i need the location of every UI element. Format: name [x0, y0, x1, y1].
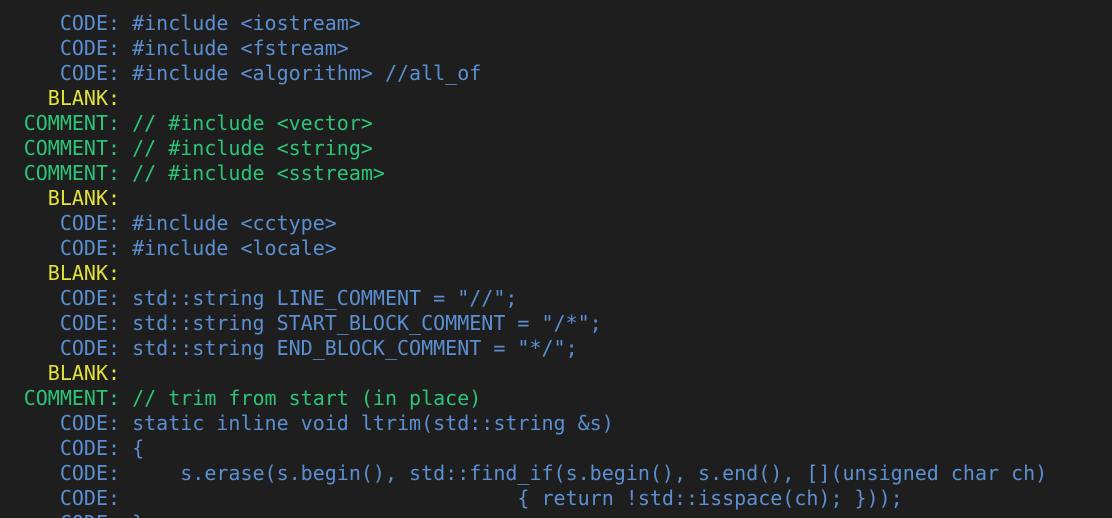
line-type-label: CODE [59, 436, 108, 460]
output-line-comment: COMMENT: // #include <string> [0, 136, 1047, 161]
output-line-code: CODE: { [0, 436, 1047, 461]
line-type-label: BLANK [47, 361, 108, 385]
line-type-label: CODE [59, 236, 108, 260]
line-source-text: // #include <vector> [132, 111, 373, 135]
output-line-code: CODE: static inline void ltrim(std::stri… [0, 411, 1047, 436]
output-line-code: CODE: #include <locale> [0, 236, 1047, 261]
line-source-text: // #include <sstream> [132, 161, 385, 185]
line-type-label: CODE [59, 36, 108, 60]
label-separator: : [108, 61, 133, 85]
label-separator: : [108, 186, 133, 210]
output-line-comment: COMMENT: // #include <sstream> [0, 161, 1047, 186]
line-type-label: CODE [59, 336, 108, 360]
line-type-label: BLANK [47, 186, 108, 210]
line-source-text: std::string LINE_COMMENT = "//"; [132, 286, 518, 310]
label-separator: : [108, 386, 133, 410]
line-type-label: COMMENT [23, 386, 108, 410]
line-source-text: std::string START_BLOCK_COMMENT = "/*"; [132, 311, 602, 335]
line-source-text: // #include <string> [132, 136, 373, 160]
line-type-label: CODE [59, 461, 108, 485]
output-line-blank: BLANK: [0, 186, 1047, 211]
line-source-text: static inline void ltrim(std::string &s) [132, 411, 614, 435]
line-type-label: CODE [59, 486, 108, 510]
output-line-code: CODE: std::string LINE_COMMENT = "//"; [0, 286, 1047, 311]
label-separator: : [108, 111, 133, 135]
line-source-text: #include <algorithm> //all_of [132, 61, 482, 85]
output-line-code: CODE: #include <algorithm> //all_of [0, 61, 1047, 86]
label-separator: : [108, 211, 133, 235]
output-line-code: CODE: #include <fstream> [0, 36, 1047, 61]
output-line-blank: BLANK: [0, 261, 1047, 286]
line-source-text: #include <cctype> [132, 211, 337, 235]
line-source-text: } [132, 511, 144, 518]
label-separator: : [108, 511, 132, 518]
line-list: CODE: #include <iostream> CODE: #include … [0, 11, 1048, 518]
label-separator: : [108, 436, 133, 460]
line-type-label: CODE [0, 511, 108, 518]
label-separator: : [108, 411, 133, 435]
line-type-label: CODE [59, 61, 108, 85]
line-source-text: #include <locale> [132, 236, 337, 260]
line-source-text: // trim from start (in place) [132, 386, 482, 410]
terminal-output[interactable]: CODE: #include <iostream> CODE: #include … [0, 0, 1112, 518]
line-type-label: COMMENT [23, 161, 108, 185]
label-separator: : [108, 486, 133, 510]
output-line-comment: COMMENT: // #include <vector> [0, 111, 1047, 136]
output-line-code: CODE: #include <cctype> [0, 211, 1047, 236]
label-separator: : [108, 336, 133, 360]
line-type-label: CODE [59, 411, 108, 435]
line-type-label: COMMENT [23, 136, 108, 160]
line-type-label: BLANK [47, 86, 108, 110]
output-line-code: CODE: std::string START_BLOCK_COMMENT = … [0, 311, 1047, 336]
line-type-label: CODE [59, 286, 108, 310]
line-source-text: #include <fstream> [132, 36, 349, 60]
line-source-text: std::string END_BLOCK_COMMENT = "*/"; [132, 336, 578, 360]
output-line-comment: COMMENT: // trim from start (in place) [0, 386, 1047, 411]
label-separator: : [108, 461, 133, 485]
label-separator: : [108, 286, 133, 310]
line-source-text: #include <iostream> [132, 11, 361, 35]
output-line-code: CODE: #include <iostream> [0, 11, 1047, 36]
label-separator: : [108, 236, 133, 260]
line-source-text: { return !std::isspace(ch); })); [132, 486, 903, 510]
label-separator: : [108, 161, 133, 185]
line-type-label: BLANK [47, 261, 108, 285]
line-source-text: s.erase(s.begin(), std::find_if(s.begin(… [132, 461, 1048, 485]
line-type-label: CODE [59, 11, 108, 35]
line-source-text: { [132, 436, 145, 460]
output-line-blank: BLANK: [0, 86, 1047, 111]
line-type-label: COMMENT [23, 111, 108, 135]
label-separator: : [108, 361, 133, 385]
label-separator: : [108, 311, 133, 335]
label-separator: : [108, 86, 133, 110]
output-line-code: CODE: s.erase(s.begin(), std::find_if(s.… [0, 461, 1047, 486]
output-line-code: CODE: std::string END_BLOCK_COMMENT = "*… [0, 336, 1047, 361]
label-separator: : [108, 136, 133, 160]
label-separator: : [108, 261, 133, 285]
line-type-label: CODE [59, 311, 108, 335]
output-line-blank: BLANK: [0, 361, 1047, 386]
label-separator: : [108, 11, 133, 35]
output-line-code: CODE: } [0, 511, 1047, 518]
label-separator: : [108, 36, 133, 60]
output-line-code: CODE: { return !std::isspace(ch); })); [0, 486, 1047, 511]
line-type-label: CODE [59, 211, 108, 235]
